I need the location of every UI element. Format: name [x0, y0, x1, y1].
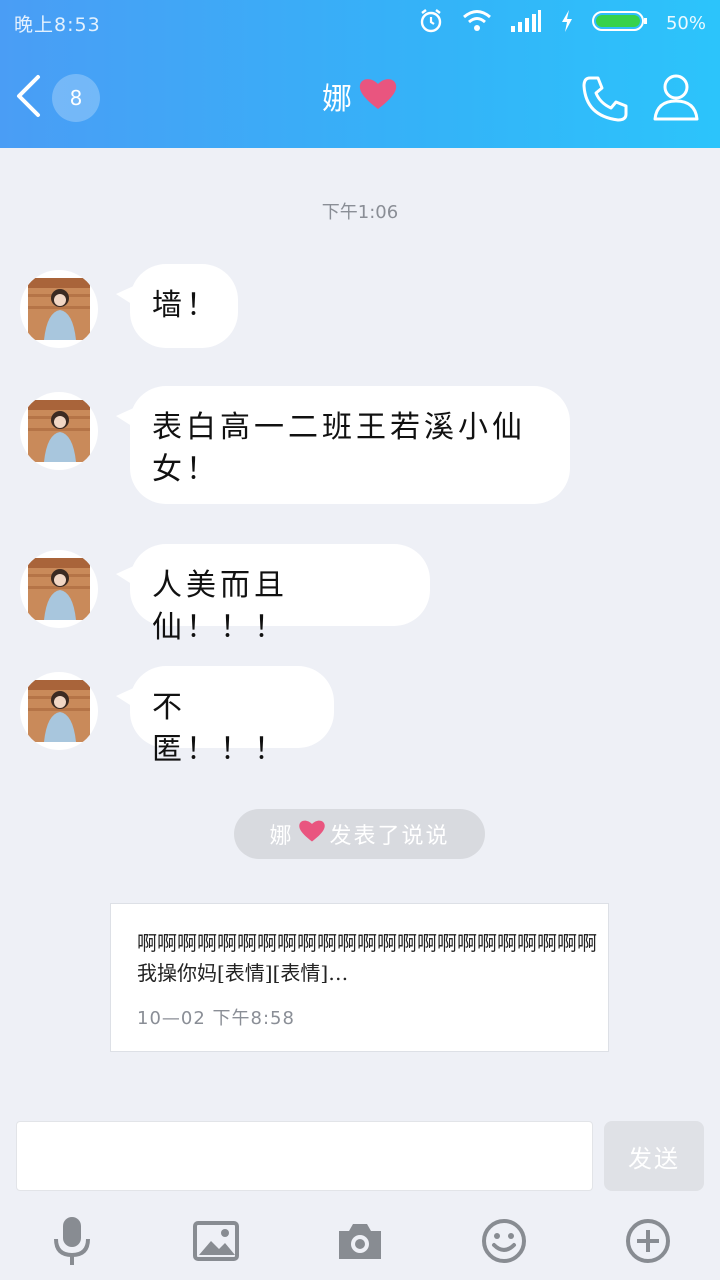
charging-icon — [560, 9, 574, 37]
phone-call-icon[interactable] — [580, 74, 630, 128]
post-text: 啊啊啊啊啊啊啊啊啊啊啊啊啊啊啊啊啊啊啊啊啊啊啊我操你妈[表情][表情]… — [137, 931, 597, 985]
notice-name: 娜 — [269, 824, 294, 849]
image-icon[interactable] — [186, 1208, 246, 1274]
contact-name: 娜 — [322, 82, 352, 117]
plus-icon[interactable] — [618, 1208, 678, 1274]
shared-post-card[interactable]: 啊啊啊啊啊啊啊啊啊啊啊啊啊啊啊啊啊啊啊啊啊啊啊我操你妈[表情][表情]… 10—… — [110, 903, 609, 1052]
battery-percent: 50% — [665, 12, 706, 34]
post-time: 10—02 下午8:58 — [137, 1008, 295, 1029]
battery-icon — [591, 9, 648, 37]
camera-icon[interactable] — [330, 1208, 390, 1274]
input-toolbar — [0, 1208, 720, 1278]
avatar[interactable] — [20, 392, 98, 470]
message-timestamp: 下午1:06 — [321, 202, 399, 223]
send-button[interactable]: 发送 — [604, 1121, 704, 1191]
message-bubble[interactable]: 墙！ — [130, 264, 238, 348]
avatar[interactable] — [20, 270, 98, 348]
message-input[interactable] — [16, 1121, 593, 1191]
title-bar: 晚上8:53 50% 8 娜 — [0, 0, 720, 148]
heart-icon — [358, 77, 398, 115]
avatar[interactable] — [20, 550, 98, 628]
message-bubble[interactable]: 表白高一二班王若溪小仙女！ — [130, 386, 570, 504]
alarm-icon — [418, 8, 444, 38]
message-bubble[interactable]: 人美而且仙！！！ — [130, 544, 430, 645]
status-time: 晚上8:53 — [14, 14, 101, 36]
emoji-icon[interactable] — [474, 1208, 534, 1274]
status-icons: 50% — [418, 8, 706, 38]
microphone-icon[interactable] — [42, 1208, 102, 1274]
profile-icon[interactable] — [652, 72, 700, 126]
signal-icon — [510, 9, 542, 37]
avatar[interactable] — [20, 672, 98, 750]
wifi-icon — [462, 9, 492, 37]
system-notice[interactable]: 娜 发表了说说 — [234, 809, 485, 859]
message-bubble[interactable]: 不匿！！！ — [130, 666, 334, 767]
notice-action: 发表了说说 — [329, 824, 450, 849]
heart-icon — [298, 819, 326, 849]
